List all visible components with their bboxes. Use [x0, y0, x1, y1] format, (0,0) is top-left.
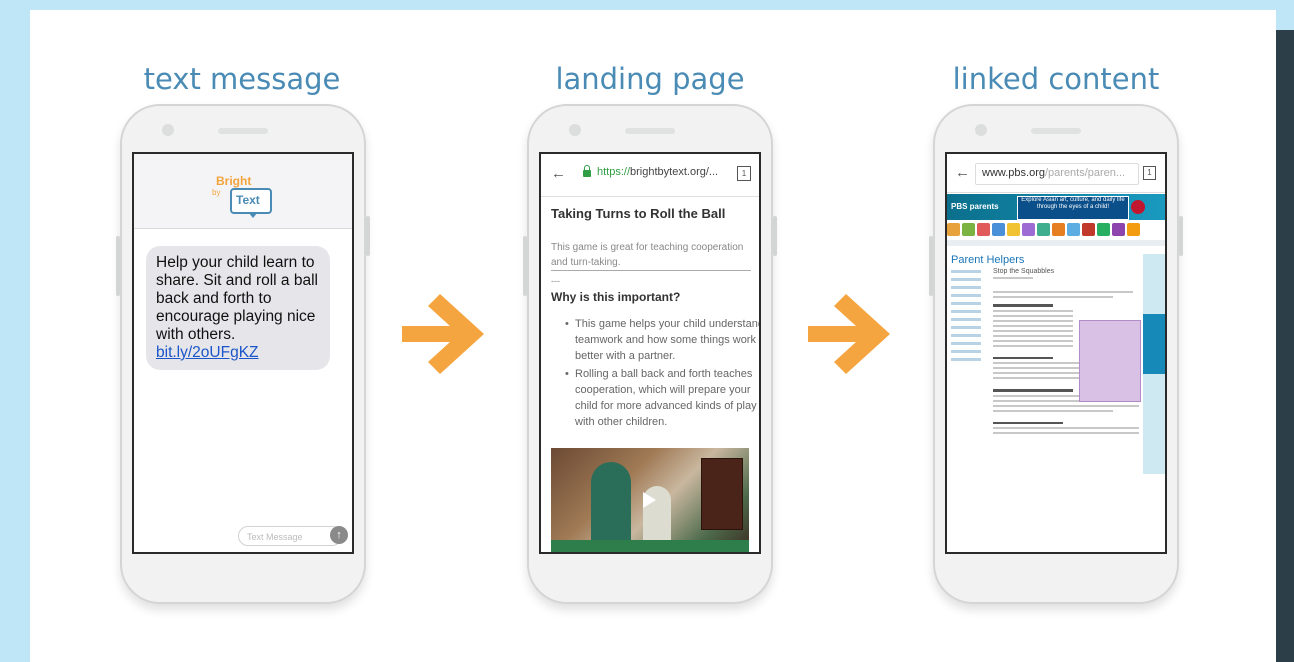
pbs-banner: PBS parents Explore Asian art, culture, …: [947, 194, 1165, 220]
article-title: Stop the Squabbles: [993, 268, 1055, 275]
arrow-right-icon: [808, 294, 890, 374]
url-field[interactable]: https://brightbytext.org/...: [597, 166, 718, 178]
phone-screen: ← https://brightbytext.org/... 1 Taking …: [539, 152, 761, 554]
sms-input[interactable]: Text Message: [238, 526, 342, 546]
heading-landing-page: landing page: [555, 62, 745, 96]
side-ad-image: [1143, 314, 1165, 374]
arrow-right-icon: [402, 294, 484, 374]
flower-icon: [1131, 200, 1145, 214]
character-thumb[interactable]: [977, 223, 990, 236]
list-item: Rolling a ball back and forth teaches co…: [565, 366, 759, 430]
intro-text: This game is great for teaching cooperat…: [551, 242, 744, 268]
character-thumb[interactable]: [1037, 223, 1050, 236]
article: Stop the Squabbles: [993, 268, 1141, 552]
phone-landing-page: ← https://brightbytext.org/... 1 Taking …: [523, 104, 777, 604]
character-thumb[interactable]: [1007, 223, 1020, 236]
volume-button: [523, 236, 527, 296]
logo-bright: Bright: [216, 174, 252, 188]
phone-screen: Bright by Text Help your child learn to …: [132, 152, 354, 554]
character-thumb[interactable]: [1112, 223, 1125, 236]
pbs-logo[interactable]: PBS parents: [951, 202, 999, 211]
volume-button: [929, 236, 933, 296]
character-thumb[interactable]: [962, 223, 975, 236]
character-thumb[interactable]: [1127, 223, 1140, 236]
character-thumb[interactable]: [1052, 223, 1065, 236]
sms-message-bubble: Help your child learn to share. Sit and …: [146, 246, 330, 370]
arrow-up-icon[interactable]: ↑: [330, 526, 348, 544]
section-subtitle: Why is this important?: [551, 290, 681, 304]
back-arrow-icon[interactable]: ←: [955, 164, 970, 181]
side-ad[interactable]: [1143, 254, 1165, 474]
lock-icon: [583, 165, 591, 177]
back-arrow-icon[interactable]: ←: [551, 165, 566, 182]
url-host: www.pbs.org: [982, 167, 1045, 179]
logo-by: by: [212, 188, 221, 197]
browser-address-bar: ← www.pbs.org/parents/paren... 1: [947, 154, 1165, 193]
heading-linked-content: linked content: [952, 62, 1160, 96]
sms-header: Bright by Text: [134, 154, 352, 229]
tab-switcher-icon[interactable]: 1: [1143, 166, 1156, 180]
speaker-grille: [1031, 128, 1081, 134]
activity-box[interactable]: [1079, 320, 1141, 402]
banner-ad[interactable]: Explore Asian art, culture, and daily li…: [1017, 196, 1129, 220]
bullet-list: This game helps your child understand te…: [565, 316, 759, 432]
page-title: Parent Helpers: [951, 254, 1025, 266]
speaker-grille: [625, 128, 675, 134]
camera-icon: [569, 124, 581, 136]
camera-icon: [975, 124, 987, 136]
play-icon[interactable]: [643, 492, 656, 508]
url-field[interactable]: www.pbs.org/parents/paren...: [975, 163, 1139, 185]
sms-link[interactable]: bit.ly/2oUFgKZ: [156, 344, 259, 361]
character-thumb[interactable]: [992, 223, 1005, 236]
speaker-grille: [218, 128, 268, 134]
video-scene-cabinet: [701, 458, 743, 530]
character-thumb[interactable]: [1022, 223, 1035, 236]
url-path: /parents/paren...: [1044, 167, 1126, 179]
list-item: This game helps your child understand te…: [565, 316, 759, 364]
url-text: www.pbs.org/parents/paren...: [982, 167, 1125, 179]
panel-shadow: [1276, 30, 1294, 662]
url-scheme: https://: [597, 166, 631, 178]
character-thumb[interactable]: [1067, 223, 1080, 236]
character-thumb[interactable]: [1097, 223, 1110, 236]
phone-linked-content: ← www.pbs.org/parents/paren... 1 PBS par…: [929, 104, 1183, 604]
camera-icon: [162, 124, 174, 136]
volume-button: [116, 236, 120, 296]
url-host: brightbytext.org/...: [630, 166, 719, 178]
tab-switcher-icon[interactable]: 1: [737, 166, 751, 181]
power-button: [1179, 216, 1183, 256]
browser-address-bar: ← https://brightbytext.org/... 1: [541, 154, 759, 197]
power-button: [366, 216, 370, 256]
character-thumb[interactable]: [947, 223, 960, 236]
video-thumbnail[interactable]: [551, 448, 749, 552]
nav-row[interactable]: [947, 240, 1165, 246]
speech-bubble-tail-icon: [248, 212, 258, 218]
phone-text-message: Bright by Text Help your child learn to …: [116, 104, 370, 604]
power-button: [773, 216, 777, 256]
sms-message-text: Help your child learn to share. Sit and …: [156, 254, 318, 343]
heading-text-message: text message: [143, 62, 341, 96]
video-scene-floor: [551, 540, 749, 552]
left-nav: [951, 270, 989, 490]
character-strip: [947, 222, 1165, 238]
character-thumb[interactable]: [1082, 223, 1095, 236]
separator-dashes: ---: [551, 276, 560, 286]
bright-by-text-logo: Text: [230, 188, 272, 218]
page-title: Taking Turns to Roll the Ball: [551, 206, 726, 221]
divider: [551, 270, 751, 271]
phone-screen: ← www.pbs.org/parents/paren... 1 PBS par…: [945, 152, 1167, 554]
logo-text: Text: [236, 193, 260, 207]
